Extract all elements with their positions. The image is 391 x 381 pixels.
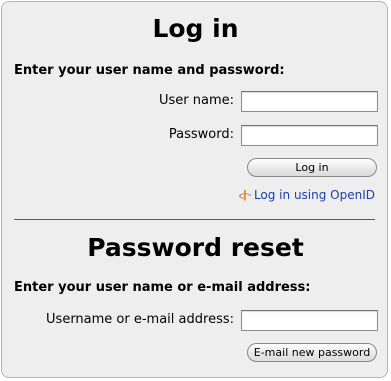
reset-instruction: Enter your user name or e-mail address:: [14, 280, 311, 295]
username-input[interactable]: [241, 91, 378, 112]
login-panel: Log in Enter your user name and password…: [1, 1, 388, 378]
section-divider: [14, 219, 375, 220]
username-or-email-input[interactable]: [241, 310, 378, 331]
password-label: Password:: [168, 127, 234, 142]
openid-link-label: Log in using OpenID: [253, 188, 375, 202]
openid-login-link[interactable]: Log in using OpenID: [238, 187, 375, 203]
email-new-password-button[interactable]: E-mail new password: [247, 343, 377, 362]
password-input[interactable]: [241, 125, 378, 146]
login-button[interactable]: Log in: [247, 158, 377, 177]
openid-icon: [238, 189, 251, 202]
login-instruction: Enter your user name and password:: [14, 63, 285, 78]
username-or-email-label: Username or e-mail address:: [46, 312, 234, 327]
login-title: Log in: [152, 14, 239, 43]
username-label: User name:: [158, 93, 234, 108]
password-reset-title: Password reset: [87, 233, 304, 262]
